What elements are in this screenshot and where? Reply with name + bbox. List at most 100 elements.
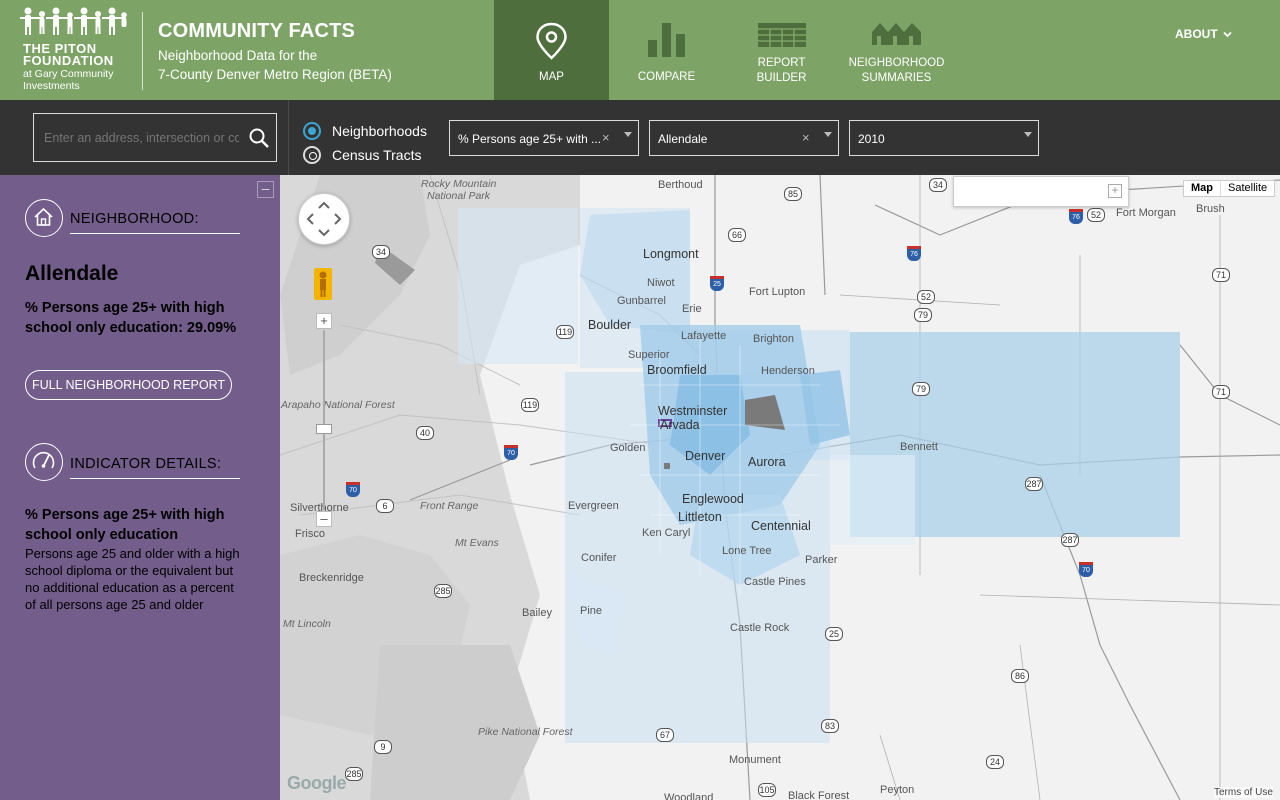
street-view-pegman-icon[interactable] (314, 268, 332, 300)
neighborhood-select-value: Allendale (658, 132, 708, 146)
map-label: Fort Morgan (1116, 207, 1176, 219)
people-icon (20, 7, 127, 35)
road-shield: 285 (345, 767, 363, 781)
zoom-in-button[interactable]: + (316, 313, 332, 329)
terms-of-use-link[interactable]: Terms of Use (1214, 787, 1273, 798)
map-label: Broomfield (647, 363, 707, 377)
address-search (33, 113, 277, 162)
map-label: Frisco (295, 528, 325, 540)
nav-compare[interactable]: COMPARE (609, 0, 724, 100)
radio-neighborhoods-label: Neighborhoods (332, 123, 427, 139)
expand-legend-button[interactable]: + (1108, 184, 1122, 198)
radio-unselected-icon (303, 146, 321, 164)
map-label: Boulder (588, 318, 632, 332)
road-shield: 71 (1212, 385, 1230, 399)
spreadsheet-icon (758, 23, 806, 47)
map-label: Castle Rock (730, 622, 790, 634)
year-select[interactable]: 2010 (849, 120, 1039, 156)
map-label: Littleton (678, 510, 722, 524)
road-shield: 34 (372, 245, 390, 259)
neighborhood-select[interactable]: Allendale × (649, 120, 839, 156)
map-label: Arapaho National Forest (281, 399, 395, 411)
app-subtitle: Neighborhood Data for the 7-County Denve… (158, 46, 458, 84)
neighborhood-heading: NEIGHBORHOOD: (70, 211, 240, 234)
nav-compare-label: COMPARE (637, 71, 696, 83)
collapse-sidebar-button[interactable]: – (257, 181, 274, 198)
interstate-shield: 70 (504, 445, 518, 460)
summaries-label-line2: SUMMARIES (861, 72, 932, 84)
nav-map-label: MAP (539, 71, 564, 83)
full-neighborhood-report-button[interactable]: FULL NEIGHBORHOOD REPORT (25, 370, 232, 400)
road-shield: 79 (914, 308, 932, 322)
org-subtitle: at Gary Community Investments (23, 68, 113, 92)
indicator-select[interactable]: % Persons age 25+ with ... × (449, 120, 639, 156)
map-label: Pike National Forest (478, 726, 573, 738)
houses-icon (872, 23, 921, 45)
map-label: Englewood (682, 492, 744, 506)
road-shield: 85 (784, 187, 802, 201)
map-label: Rocky Mountain (421, 178, 497, 190)
zoom-track[interactable] (323, 330, 325, 510)
subtitle-line2: 7-County Denver Metro Region (BETA) (158, 67, 392, 82)
zoom-out-button[interactable]: – (316, 511, 332, 527)
map-label: Mt Evans (455, 537, 499, 549)
road-shield: 86 (1011, 669, 1029, 683)
chevron-down-icon (1223, 31, 1232, 38)
org-name-line2: FOUNDATION (23, 53, 114, 68)
search-icon[interactable] (248, 127, 270, 149)
map-type-map[interactable]: Map (1184, 181, 1221, 196)
map-label: Arvada (660, 418, 700, 432)
nav-map[interactable]: MAP (494, 0, 609, 100)
org-sub-line2: Investments (23, 80, 80, 92)
pan-arrows-icon (306, 201, 342, 237)
road-shield: 67 (656, 728, 674, 742)
map-label: Superior (628, 349, 670, 361)
map-label: Lafayette (681, 330, 727, 342)
road-shield: 71 (1212, 268, 1230, 282)
choropleth-map[interactable]: Berthoud Rocky Mountain National Park Lo… (280, 175, 1280, 800)
legend-box: + (953, 176, 1129, 207)
indicator-description: Persons age 25 and older with a high sch… (25, 546, 240, 612)
map-label: Denver (685, 449, 726, 463)
map-label: Front Range (420, 500, 479, 512)
map-type-satellite[interactable]: Satellite (1221, 181, 1274, 196)
clear-icon[interactable]: × (802, 130, 810, 145)
toolbar-divider (288, 100, 289, 175)
piton-foundation-logo[interactable]: THE PITON FOUNDATION at Gary Community I… (20, 6, 142, 94)
dropdown-arrow-icon (824, 132, 832, 137)
road-shield: 287 (1025, 477, 1043, 491)
neighborhood-name: Allendale (25, 262, 119, 285)
summaries-label-line1: NEIGHBORHOOD (848, 57, 945, 69)
road-shield: 6 (376, 499, 394, 513)
road-shield: 287 (1061, 533, 1079, 547)
road-shield: 83 (821, 719, 839, 733)
org-name: THE PITON FOUNDATION (23, 42, 114, 68)
map-label: Woodland (664, 792, 714, 800)
road-shield: 105 (758, 783, 776, 797)
zoom-slider-thumb[interactable] (316, 424, 332, 434)
org-sub-line1: at Gary Community (23, 68, 114, 80)
map-label: National Park (427, 190, 491, 202)
nav-neighborhood-summaries[interactable]: NEIGHBORHOOD SUMMARIES (839, 0, 954, 100)
report-label-line2: BUILDER (756, 72, 807, 84)
header-divider (142, 12, 143, 90)
road-shield: 79 (912, 382, 930, 396)
map-label: Erie (682, 303, 702, 315)
map-label: Longmont (643, 247, 699, 261)
interstate-shield: 70 (346, 482, 360, 497)
clear-icon[interactable]: × (602, 130, 610, 145)
nav-report-builder[interactable]: REPORT BUILDER (724, 0, 839, 100)
address-search-input[interactable] (44, 129, 239, 147)
about-menu[interactable]: ABOUT (1175, 27, 1232, 41)
pan-control[interactable] (298, 193, 350, 245)
map-label: Centennial (751, 519, 811, 533)
dropdown-arrow-icon (624, 132, 632, 137)
road-shield: 119 (521, 398, 539, 412)
app-header: THE PITON FOUNDATION at Gary Community I… (0, 0, 1280, 100)
bar-chart-icon (648, 23, 685, 57)
map-label: Fort Lupton (749, 286, 806, 298)
google-logo: Google (287, 773, 347, 793)
map-label: Breckenridge (299, 572, 364, 584)
map-label: Pine (580, 605, 603, 617)
road-shield: 25 (825, 627, 843, 641)
